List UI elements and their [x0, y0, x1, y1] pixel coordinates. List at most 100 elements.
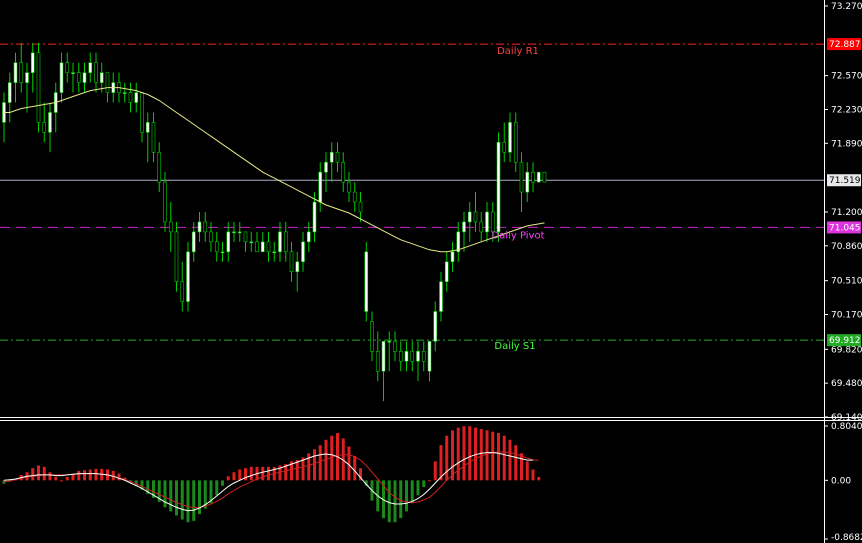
candle-body: [260, 241, 265, 253]
histogram-bar: [531, 469, 535, 481]
level-price-tag-label: 71.045: [829, 223, 861, 233]
price-tick-label: 70.860: [831, 242, 862, 252]
histogram-bar: [387, 480, 391, 523]
price-tick-label: 70.170: [831, 310, 862, 320]
candle-body: [502, 142, 507, 153]
histogram-bar: [238, 469, 242, 481]
candle-body: [295, 261, 300, 272]
candle-body: [59, 62, 64, 93]
level-label: Daily S1: [494, 341, 535, 352]
candle-body: [151, 122, 156, 153]
candle-body: [30, 52, 35, 73]
candle-body: [427, 341, 432, 372]
price-tick-label: 71.890: [831, 139, 862, 149]
candle-body: [381, 341, 386, 372]
histogram-bar: [537, 476, 541, 481]
candle-body: [278, 231, 282, 253]
histogram-bar: [186, 480, 190, 523]
candle-body: [439, 281, 443, 312]
histogram-bar: [163, 480, 167, 508]
histogram-bar: [508, 439, 512, 481]
candle-body: [525, 171, 530, 193]
candle-body: [48, 112, 52, 133]
histogram-bar: [393, 480, 397, 523]
candle-body: [283, 231, 288, 253]
candle-body: [531, 171, 535, 183]
histogram-bar: [37, 465, 40, 481]
histogram-bar: [169, 480, 173, 512]
candle-body: [36, 52, 41, 123]
price-tick-label: 70.510: [831, 277, 862, 287]
histogram-bar: [267, 466, 270, 481]
histogram-bar: [175, 480, 178, 516]
candle-body: [375, 351, 380, 372]
histogram-bar: [48, 472, 52, 481]
candle-body: [163, 181, 167, 223]
histogram-bar: [31, 468, 35, 481]
level-label: Daily R1: [497, 46, 539, 57]
histogram-bar: [410, 480, 414, 504]
candle-body: [301, 241, 305, 263]
price-chart: 73.270 72.570 72.230 71.890 71.200 70.860 70.5…: [0, 0, 862, 543]
candle-body: [88, 62, 93, 73]
candle-body: [416, 351, 420, 362]
histogram-bar: [221, 480, 224, 486]
histogram-bar: [433, 461, 437, 481]
candle-body: [94, 62, 98, 83]
histogram-bar: [94, 468, 98, 481]
candle-body: [352, 191, 357, 203]
histogram-bar: [514, 445, 518, 481]
candle-body: [191, 231, 196, 253]
histogram-bar: [468, 426, 472, 481]
candle-body: [306, 231, 311, 243]
histogram-bar: [439, 445, 443, 481]
candle-body: [134, 92, 139, 103]
candle-body: [404, 351, 409, 362]
candle-body: [312, 201, 317, 233]
histogram-bar: [313, 449, 316, 481]
candle-body: [128, 92, 133, 103]
candle-body: [65, 62, 70, 73]
candle-body: [462, 221, 466, 233]
histogram-bar: [77, 470, 81, 481]
candle-body: [347, 181, 351, 193]
histogram-bar: [249, 466, 253, 481]
candle-body: [485, 211, 489, 233]
candle-body: [174, 231, 179, 282]
candle-body: [140, 92, 144, 133]
histogram-bar: [451, 430, 454, 481]
histogram-bar: [428, 480, 431, 482]
candle-body: [456, 231, 461, 253]
candle-body: [358, 201, 363, 213]
candle-body: [186, 251, 190, 302]
histogram-bar: [232, 472, 236, 481]
histogram-bar: [42, 466, 46, 481]
candle-body: [220, 251, 225, 254]
histogram-bar: [54, 476, 58, 481]
candle-body: [393, 341, 397, 352]
histogram-bar: [497, 433, 500, 481]
price-tick-label: 69.480: [831, 379, 862, 389]
candle-body: [76, 72, 81, 83]
chart-background: [0, 0, 862, 543]
candle-body: [7, 82, 12, 103]
oscillator-tick-label: 0.80408: [831, 422, 862, 432]
candle-body: [42, 122, 47, 133]
candle-body: [496, 142, 501, 233]
candle-body: [25, 72, 29, 83]
histogram-bar: [479, 428, 483, 481]
candle-body: [272, 251, 277, 254]
candle-body: [410, 351, 415, 362]
histogram-bar: [226, 476, 230, 481]
histogram-bar: [405, 480, 408, 512]
candle-body: [370, 321, 374, 352]
price-tick-label: 71.200: [831, 208, 862, 218]
histogram-bar: [416, 480, 420, 496]
current-price-tag-label: 71.519: [829, 176, 861, 186]
candle-body: [433, 311, 438, 342]
candle-body: [255, 241, 259, 253]
candle-body: [99, 72, 104, 83]
histogram-bar: [192, 480, 196, 521]
histogram-bar: [491, 431, 495, 481]
candle-body: [180, 281, 185, 302]
